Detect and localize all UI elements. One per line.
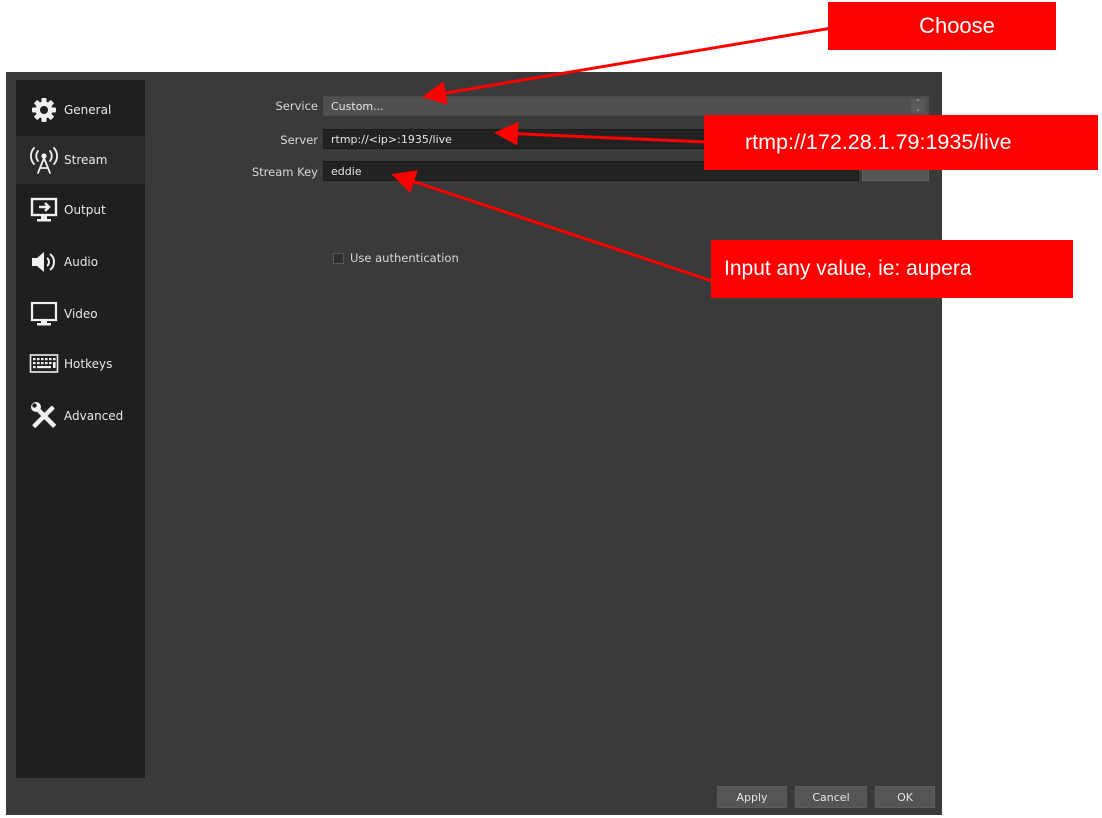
choose-arrow bbox=[422, 25, 839, 105]
annotation-arrows bbox=[391, 25, 839, 283]
stream-key-arrow bbox=[391, 170, 713, 283]
server-arrow bbox=[494, 121, 707, 146]
